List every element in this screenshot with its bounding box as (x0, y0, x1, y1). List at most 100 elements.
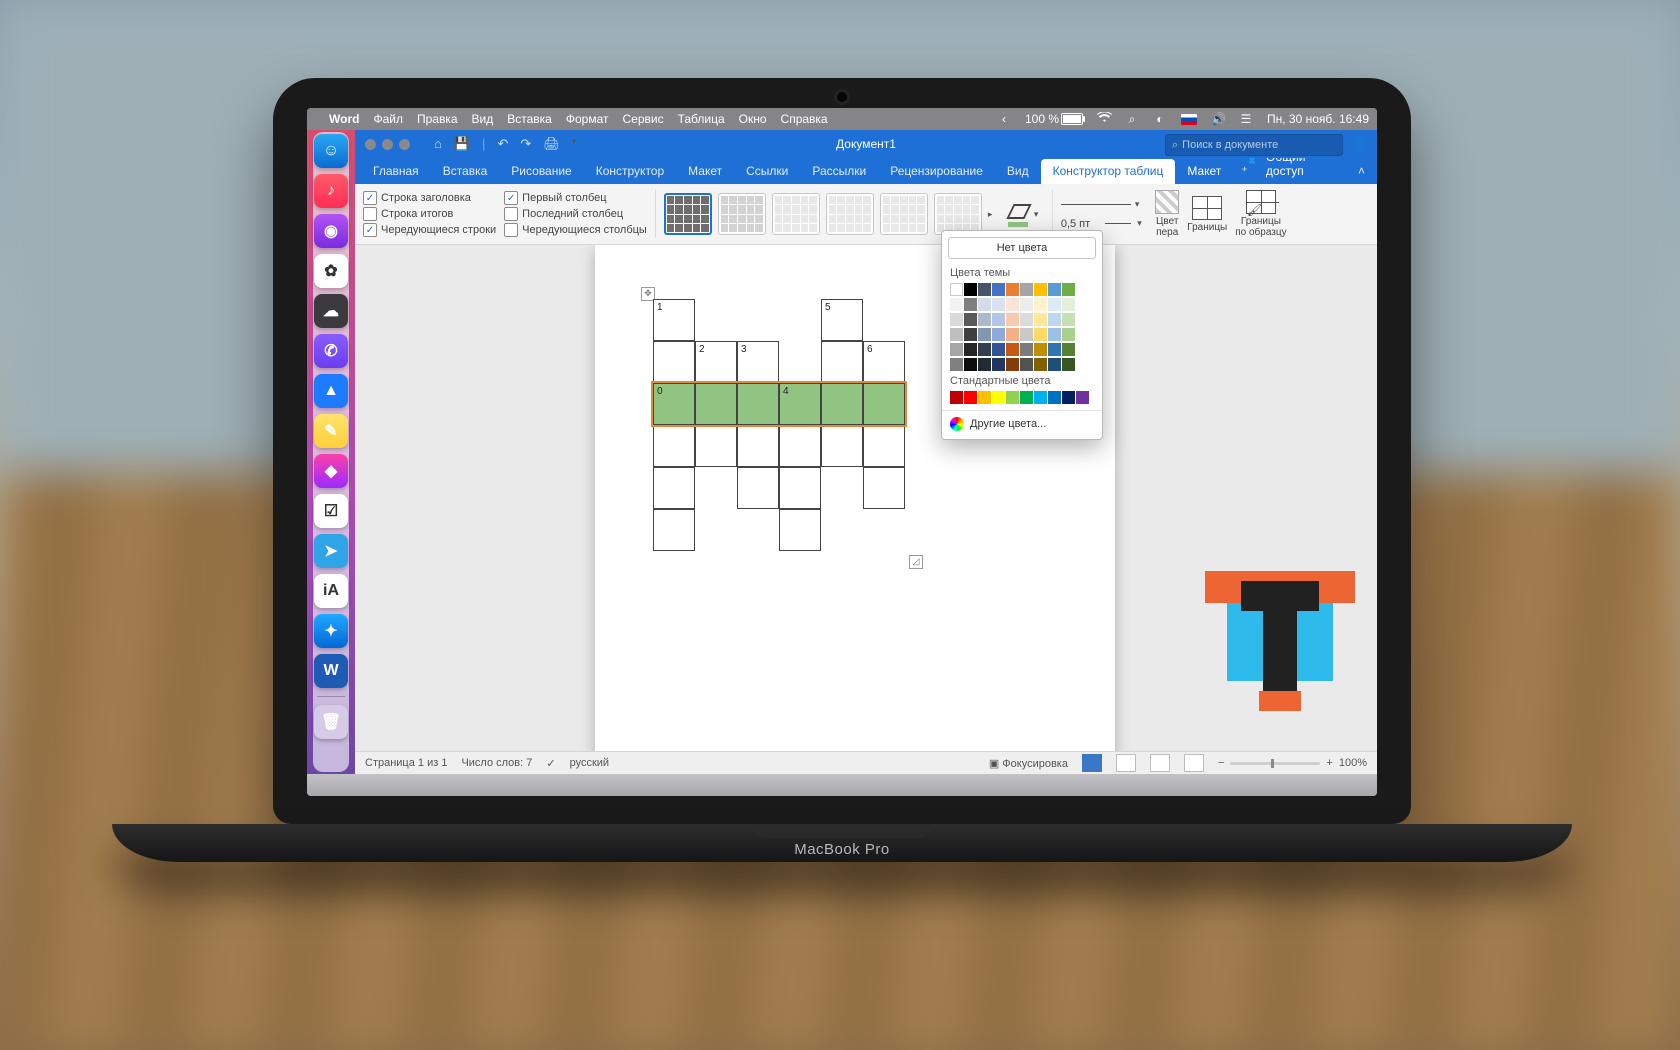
color-swatch[interactable] (1062, 358, 1075, 371)
crossword-cell[interactable] (695, 425, 737, 467)
table-style-1[interactable] (664, 193, 712, 235)
color-swatch[interactable] (1020, 328, 1033, 341)
menu-file[interactable]: Файл (373, 112, 403, 126)
color-swatch[interactable] (978, 298, 991, 311)
table-styles-gallery[interactable]: ▸ (664, 193, 998, 235)
color-swatch[interactable] (992, 313, 1005, 326)
tab-table-layout[interactable]: Макет (1175, 159, 1233, 184)
battery-indicator[interactable]: 100 % (1025, 112, 1083, 126)
color-swatch[interactable] (950, 391, 963, 404)
color-swatch[interactable] (950, 358, 963, 371)
color-swatch[interactable] (978, 283, 991, 296)
color-swatch[interactable] (1006, 343, 1019, 356)
opt-banded-rows[interactable]: ✓Чередующиеся строки (363, 223, 496, 237)
color-swatch[interactable] (950, 328, 963, 341)
color-swatch[interactable] (1048, 343, 1061, 356)
dock-safari-icon[interactable]: ✦ (314, 614, 348, 648)
color-swatch[interactable] (964, 283, 977, 296)
color-swatch[interactable] (1006, 328, 1019, 341)
crossword-cell[interactable]: 2 (695, 341, 737, 383)
color-swatch[interactable] (964, 391, 977, 404)
color-swatch[interactable] (1020, 358, 1033, 371)
tab-insert[interactable]: Вставка (431, 159, 500, 184)
status-page[interactable]: Страница 1 из 1 (365, 757, 447, 769)
table-style-3[interactable] (772, 193, 820, 235)
dock-telegram-icon[interactable]: ➤ (314, 534, 348, 568)
view-outline-icon[interactable] (1150, 754, 1170, 772)
color-swatch[interactable] (978, 391, 991, 404)
crossword-cell[interactable] (863, 425, 905, 467)
volume-icon[interactable]: 🔊 (1211, 112, 1225, 126)
color-swatch[interactable] (978, 358, 991, 371)
color-swatch[interactable] (992, 358, 1005, 371)
status-words[interactable]: Число слов: 7 (461, 757, 532, 769)
dock-things-icon[interactable]: ☑ (314, 494, 348, 528)
color-swatch[interactable] (1006, 283, 1019, 296)
spotlight-icon[interactable]: ⌕ (1125, 112, 1139, 127)
color-swatch[interactable] (950, 343, 963, 356)
color-swatch[interactable] (950, 298, 963, 311)
search-field[interactable]: ⌕ Поиск в документе (1165, 134, 1343, 156)
color-swatch[interactable] (1062, 283, 1075, 296)
opt-first-col[interactable]: ✓Первый столбец (504, 191, 647, 205)
color-swatch[interactable] (978, 343, 991, 356)
opt-header-row[interactable]: ✓Строка заголовка (363, 191, 496, 205)
line-weight-dropdown[interactable]: 0,5 пт ▾ (1061, 218, 1147, 230)
color-swatch[interactable] (1006, 298, 1019, 311)
status-lang[interactable]: русский (570, 757, 609, 769)
color-swatch[interactable] (1034, 328, 1047, 341)
crossword-cell[interactable] (863, 467, 905, 509)
color-swatch[interactable] (992, 391, 1005, 404)
menu-help[interactable]: Справка (781, 112, 828, 126)
opt-last-col[interactable]: Последний столбец (504, 207, 647, 221)
crossword-cell[interactable]: 1 (653, 299, 695, 341)
collapse-ribbon-icon[interactable]: ˄ (1352, 159, 1371, 184)
tab-draw[interactable]: Рисование (499, 159, 583, 184)
tab-references[interactable]: Ссылки (734, 159, 800, 184)
color-swatch[interactable] (1062, 391, 1075, 404)
dock-photos-icon[interactable]: ✿ (314, 254, 348, 288)
color-swatch[interactable] (1062, 343, 1075, 356)
color-swatch[interactable] (1048, 328, 1061, 341)
dock-affinity-icon[interactable]: ◆ (314, 454, 348, 488)
color-swatch[interactable] (1048, 283, 1061, 296)
crossword-cell[interactable] (821, 341, 863, 383)
color-swatch[interactable] (1048, 313, 1061, 326)
borders-button[interactable]: Границы (1187, 196, 1227, 233)
color-swatch[interactable] (992, 328, 1005, 341)
crossword-cell[interactable]: 5 (821, 299, 863, 341)
color-swatch[interactable] (1034, 358, 1047, 371)
dock-maps-icon[interactable]: ▲ (314, 374, 348, 408)
line-style-dropdown[interactable]: ▾ (1061, 199, 1147, 210)
dock-notes-icon[interactable]: ✎ (314, 414, 348, 448)
color-swatch[interactable] (1020, 313, 1033, 326)
crossword-cell[interactable] (653, 509, 695, 551)
color-swatch[interactable] (1048, 298, 1061, 311)
color-swatch[interactable] (1076, 391, 1089, 404)
color-swatch[interactable] (992, 298, 1005, 311)
color-swatch[interactable] (1062, 298, 1075, 311)
menu-insert[interactable]: Вставка (507, 112, 552, 126)
focus-mode-button[interactable]: ▣ Фокусировка (989, 757, 1068, 770)
view-web-icon[interactable] (1116, 754, 1136, 772)
color-swatch[interactable] (1048, 358, 1061, 371)
color-swatch[interactable] (964, 313, 977, 326)
color-swatch[interactable] (978, 328, 991, 341)
crossword-cell[interactable] (737, 425, 779, 467)
zoom-in-icon[interactable]: + (1326, 757, 1332, 769)
table-style-2[interactable] (718, 193, 766, 235)
color-swatch[interactable] (1034, 343, 1047, 356)
color-swatch[interactable] (964, 298, 977, 311)
menu-view[interactable]: Вид (472, 112, 494, 126)
no-color-button[interactable]: Нет цвета (948, 237, 1096, 259)
zoom-control[interactable]: − + 100% (1218, 757, 1367, 769)
crossword-cell[interactable] (821, 425, 863, 467)
opt-banded-cols[interactable]: Чередующиеся столбцы (504, 223, 647, 237)
menubar-datetime[interactable]: Пн, 30 нояб. 16:49 (1267, 112, 1369, 126)
table-style-4[interactable] (826, 193, 874, 235)
notification-icon[interactable]: ☰ (1239, 112, 1253, 126)
dock-viber-icon[interactable]: ✆ (314, 334, 348, 368)
dnd-icon[interactable]: ◐ (1153, 112, 1167, 126)
spellcheck-icon[interactable]: ✓ (546, 757, 555, 770)
color-swatch[interactable] (1006, 391, 1019, 404)
